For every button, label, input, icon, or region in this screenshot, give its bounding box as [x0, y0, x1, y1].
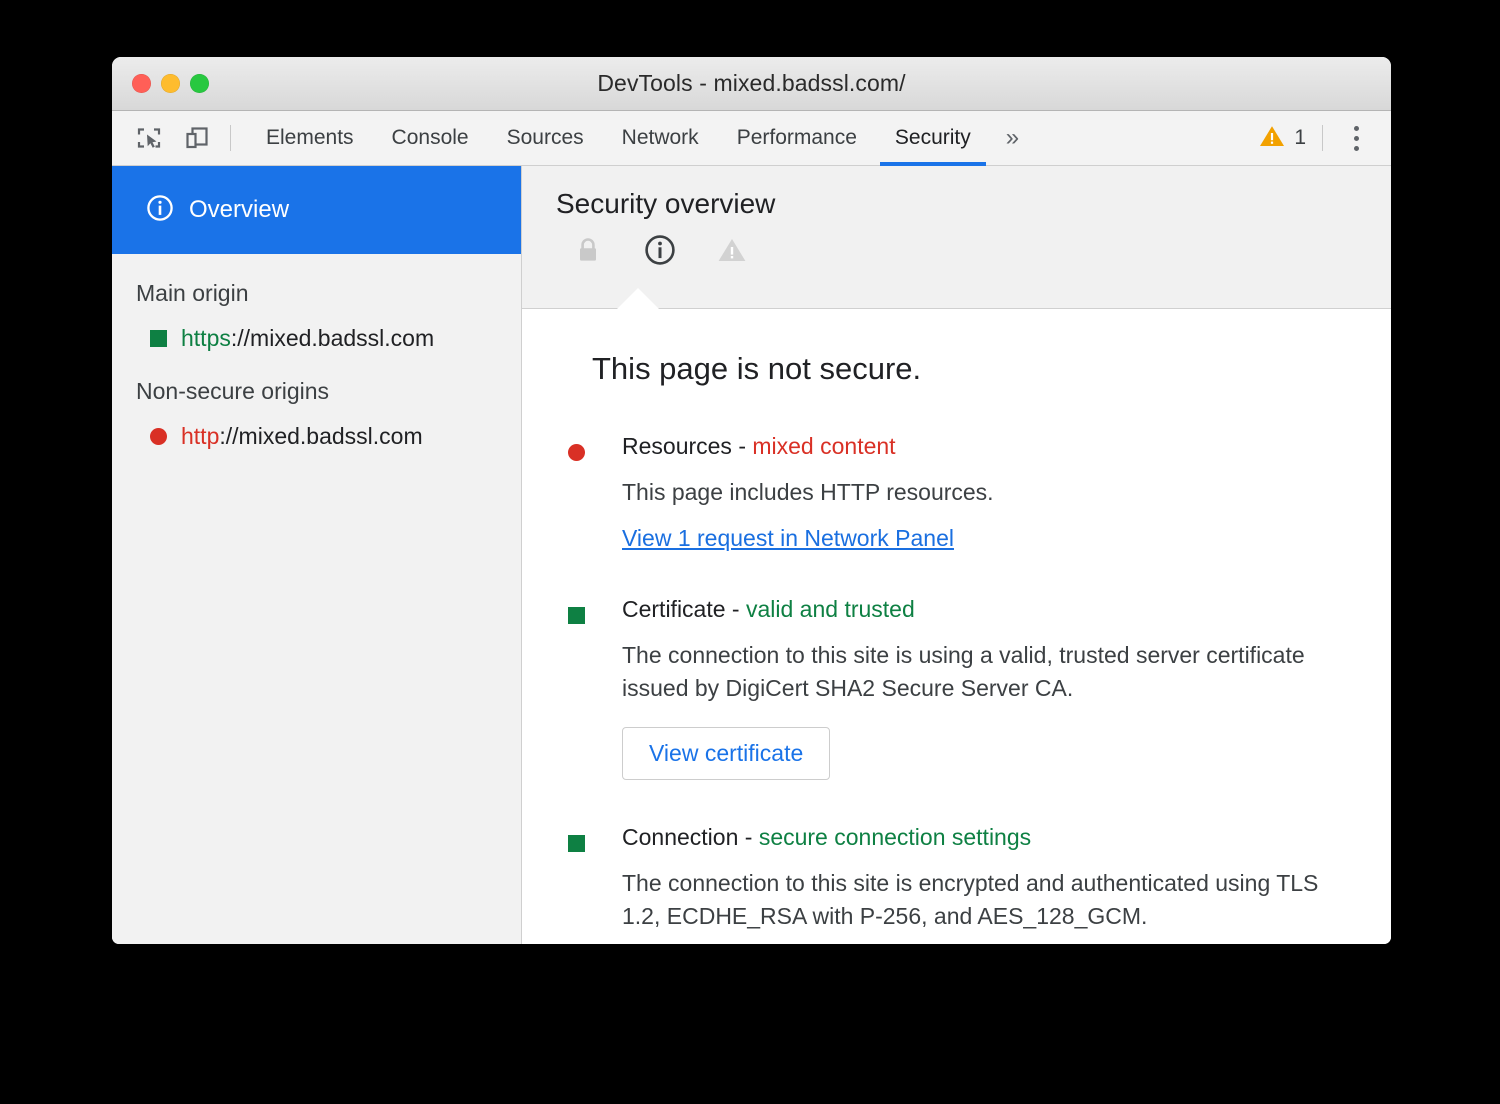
devtools-toolbar: Elements Console Sources Network Perform… [112, 111, 1391, 166]
origin-host: ://mixed.badssl.com [219, 423, 422, 449]
page-title: Security overview [556, 188, 1391, 220]
secure-marker-icon [568, 607, 585, 624]
window-title: DevTools - mixed.badssl.com/ [112, 70, 1391, 97]
warning-badge[interactable]: 1 [1259, 123, 1322, 154]
sidebar-origin-https[interactable]: https://mixed.badssl.com [112, 307, 521, 352]
info-circle-icon[interactable] [640, 230, 680, 270]
more-options-icon[interactable] [1339, 121, 1373, 155]
secure-marker-icon [568, 835, 585, 852]
section-body: Certificate - valid and trusted The conn… [622, 596, 1351, 780]
devtools-window: DevTools - mixed.badssl.com/ Elements [112, 57, 1391, 944]
section-marker [568, 433, 622, 552]
secure-origin-marker-icon [150, 330, 167, 347]
info-circle-icon [146, 194, 174, 227]
tab-label: Network [622, 126, 699, 150]
section-title-status: mixed content [752, 433, 895, 459]
inspect-element-icon[interactable] [132, 121, 166, 155]
origin-url: http://mixed.badssl.com [181, 423, 423, 450]
section-title: Certificate - valid and trusted [622, 596, 1351, 623]
explanation-certificate: Certificate - valid and trusted The conn… [568, 596, 1351, 780]
tab-label: Security [895, 126, 971, 150]
security-main-panel: Security overview [522, 166, 1391, 944]
origin-url: https://mixed.badssl.com [181, 325, 434, 352]
sidebar-origin-http[interactable]: http://mixed.badssl.com [112, 405, 521, 450]
sidebar-item-overview[interactable]: Overview [112, 166, 521, 254]
panel-tabs: Elements Console Sources Network Perform… [247, 111, 1035, 165]
tab-label: Sources [507, 126, 584, 150]
insecure-origin-marker-icon [150, 428, 167, 445]
active-state-pointer [617, 288, 659, 309]
origin-host: ://mixed.badssl.com [231, 325, 434, 351]
security-overview-header: Security overview [522, 166, 1391, 309]
lock-icon[interactable] [568, 230, 608, 270]
tab-performance[interactable]: Performance [718, 111, 876, 165]
toolbar-right: 1 [1259, 121, 1373, 155]
origin-scheme: http [181, 423, 219, 449]
section-title-prefix: Connection - [622, 824, 759, 850]
security-state-icons [556, 230, 1391, 270]
toolbar-left-icons [132, 121, 214, 155]
view-requests-link[interactable]: View 1 request in Network Panel [622, 525, 954, 552]
devtools-body: Overview Main origin https://mixed.badss… [112, 166, 1391, 944]
security-sidebar: Overview Main origin https://mixed.badss… [112, 166, 522, 944]
tab-console[interactable]: Console [373, 111, 488, 165]
tab-label: Console [392, 126, 469, 150]
security-explanations: This page is not secure. Resources - mix… [522, 309, 1391, 944]
section-description: The connection to this site is using a v… [622, 639, 1351, 705]
toolbar-divider [230, 125, 231, 151]
section-title-status: secure connection settings [759, 824, 1031, 850]
tab-elements[interactable]: Elements [247, 111, 373, 165]
section-title-status: valid and trusted [746, 596, 915, 622]
toolbar-right-divider [1322, 125, 1323, 151]
warning-triangle-icon[interactable] [712, 230, 752, 270]
section-description: This page includes HTTP resources. [622, 476, 1351, 509]
explanation-resources: Resources - mixed content This page incl… [568, 433, 1351, 552]
tab-sources[interactable]: Sources [488, 111, 603, 165]
more-tabs-label: » [1006, 124, 1019, 152]
window-titlebar: DevTools - mixed.badssl.com/ [112, 57, 1391, 111]
section-description: The connection to this site is encrypted… [622, 867, 1351, 933]
section-title-prefix: Certificate - [622, 596, 746, 622]
device-toolbar-icon[interactable] [180, 121, 214, 155]
section-title-prefix: Resources - [622, 433, 752, 459]
sidebar-group-title-non-secure-origins: Non-secure origins [112, 352, 521, 405]
explanation-connection: Connection - secure connection settings … [568, 824, 1351, 933]
section-title: Resources - mixed content [622, 433, 1351, 460]
warning-triangle-icon [1259, 123, 1285, 154]
origin-scheme: https [181, 325, 231, 351]
section-marker [568, 824, 622, 933]
more-tabs-icon[interactable]: » [990, 111, 1035, 165]
warning-count: 1 [1294, 126, 1306, 150]
section-marker [568, 596, 622, 780]
section-title: Connection - secure connection settings [622, 824, 1351, 851]
tab-label: Performance [737, 126, 857, 150]
section-body: Connection - secure connection settings … [622, 824, 1351, 933]
security-headline: This page is not secure. [592, 351, 1351, 387]
sidebar-group-title-main-origin: Main origin [112, 254, 521, 307]
tab-security[interactable]: Security [876, 111, 990, 165]
insecure-marker-icon [568, 444, 585, 461]
tab-network[interactable]: Network [603, 111, 718, 165]
sidebar-item-label: Overview [189, 196, 289, 224]
tab-label: Elements [266, 126, 354, 150]
view-certificate-button[interactable]: View certificate [622, 727, 830, 780]
section-body: Resources - mixed content This page incl… [622, 433, 1351, 552]
